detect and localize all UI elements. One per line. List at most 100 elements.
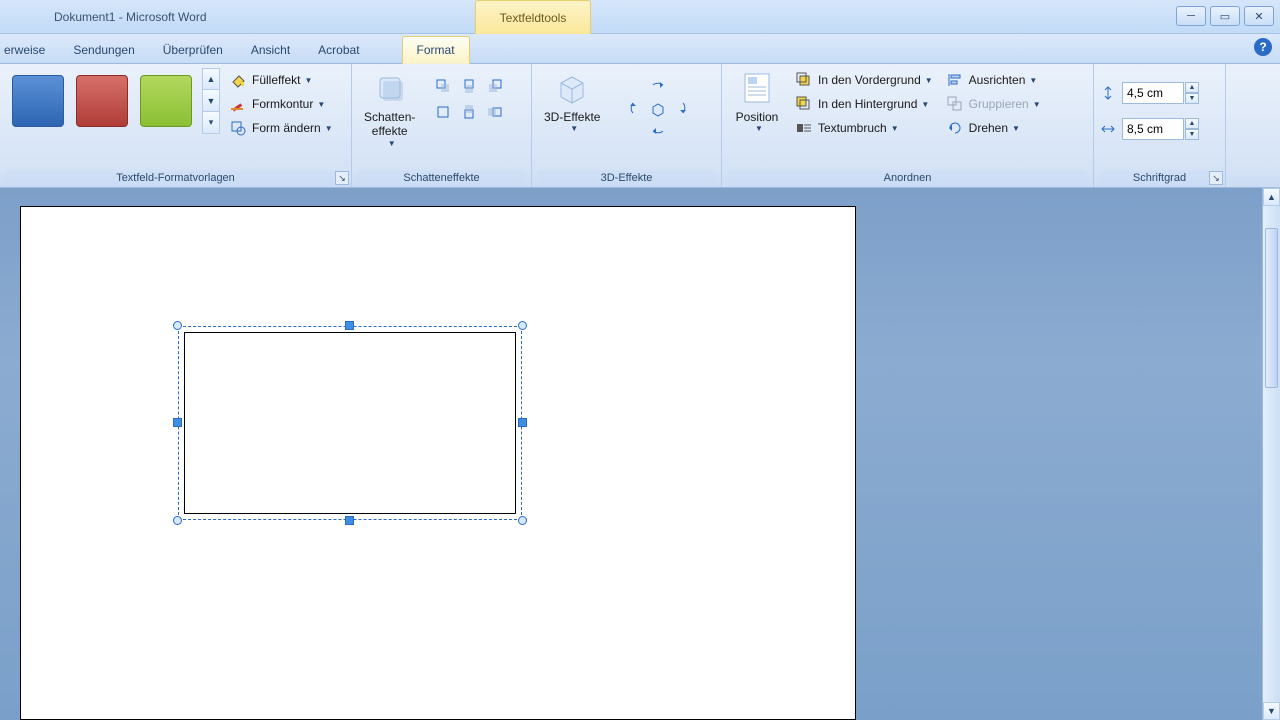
tab-format[interactable]: Format (402, 36, 470, 64)
text-wrap-icon (796, 120, 812, 136)
chevron-down-icon: ▼ (325, 124, 333, 133)
fill-effect-button[interactable]: Fülleffekt ▼ (226, 70, 337, 90)
group-3d-effects: 3D-Effekte ▼ 3D-Effekte (532, 64, 722, 187)
fill-effect-label: Fülleffekt (252, 73, 300, 87)
3d-effects-label: 3D-Effekte (544, 110, 600, 124)
shadow-nudge-upleft[interactable] (431, 74, 455, 98)
chevron-down-icon: ▼ (304, 76, 312, 85)
chevron-down-icon: ▼ (1029, 76, 1037, 85)
height-spin-up[interactable]: ▲ (1185, 82, 1199, 93)
chevron-down-icon: ▼ (1033, 100, 1041, 109)
group-label: Schriftgrad (1100, 170, 1219, 187)
group-arrange: Position ▼ In den Vordergrund ▼ In den H… (722, 64, 1094, 187)
shadow-effects-label: Schatten- effekte (364, 110, 415, 139)
tab-sendungen[interactable]: Sendungen (59, 37, 148, 63)
resize-handle-nw[interactable] (173, 321, 182, 330)
help-icon[interactable]: ? (1254, 38, 1272, 56)
resize-handle-sw[interactable] (173, 516, 182, 525)
bring-to-front-button[interactable]: In den Vordergrund ▼ (792, 70, 937, 90)
position-icon (739, 70, 775, 106)
style-swatch-blue[interactable] (12, 75, 64, 127)
office-button[interactable] (4, 0, 50, 34)
shadow-nudge-down[interactable] (457, 100, 481, 124)
position-label: Position (736, 110, 779, 124)
text-wrap-button[interactable]: Textumbruch ▼ (792, 118, 937, 138)
tab-ueberpruefen[interactable]: Überprüfen (149, 37, 237, 63)
ribbon-tabs: erweise Sendungen Überprüfen Ansicht Acr… (0, 34, 1280, 64)
chevron-down-icon: ▼ (1012, 124, 1020, 133)
chevron-down-icon: ▼ (891, 124, 899, 133)
shadow-nudge-grid (431, 68, 507, 124)
style-swatch-green[interactable] (140, 75, 192, 127)
tilt-reset[interactable] (646, 96, 670, 120)
cube-icon (554, 70, 590, 106)
tab-ansicht[interactable]: Ansicht (237, 37, 304, 63)
tilt-down[interactable] (646, 122, 670, 146)
resize-handle-s[interactable] (345, 516, 354, 525)
scroll-thumb[interactable] (1265, 228, 1278, 388)
resize-handle-n[interactable] (345, 321, 354, 330)
position-button[interactable]: Position ▼ (728, 68, 786, 136)
shadow-nudge-up[interactable] (457, 74, 481, 98)
close-button[interactable]: ✕ (1244, 6, 1274, 26)
shape-outline-button[interactable]: Formkontur ▼ (226, 94, 337, 114)
shadow-effects-icon (372, 70, 408, 106)
group-button[interactable]: Gruppieren ▼ (943, 94, 1045, 114)
scroll-up-button[interactable]: ▲ (1263, 188, 1280, 206)
dialog-launcher-styles[interactable]: ↘ (335, 171, 349, 185)
maximize-button[interactable]: ▭ (1210, 6, 1240, 26)
rotate-icon (947, 120, 963, 136)
contextual-tab-group: Textfeldtools (475, 0, 591, 34)
selected-textbox[interactable] (178, 326, 522, 520)
group-label: Gruppieren (969, 97, 1029, 111)
3d-effects-button[interactable]: 3D-Effekte ▼ (538, 68, 606, 136)
shadow-toggle[interactable] (431, 100, 455, 124)
paint-bucket-icon (230, 72, 246, 88)
change-shape-button[interactable]: Form ändern ▼ (226, 118, 337, 138)
shape-width-input[interactable] (1122, 118, 1184, 140)
width-spin-down[interactable]: ▼ (1185, 129, 1199, 140)
style-swatch-red[interactable] (76, 75, 128, 127)
tab-acrobat[interactable]: Acrobat (304, 37, 373, 63)
width-icon (1100, 121, 1116, 137)
resize-handle-w[interactable] (173, 418, 182, 427)
send-to-back-button[interactable]: In den Hintergrund ▼ (792, 94, 937, 114)
tilt-up[interactable] (646, 70, 670, 94)
tab-verweise[interactable]: erweise (0, 37, 59, 63)
tilt-left[interactable] (618, 96, 642, 120)
dialog-launcher-size[interactable]: ↘ (1209, 171, 1223, 185)
chevron-down-icon: ▼ (755, 124, 763, 134)
rotate-button[interactable]: Drehen ▼ (943, 118, 1045, 138)
group-label: 3D-Effekte (538, 170, 715, 187)
resize-handle-se[interactable] (518, 516, 527, 525)
align-icon (947, 72, 963, 88)
textbox-content[interactable] (184, 332, 516, 514)
minimize-button[interactable]: ─ (1176, 6, 1206, 26)
style-gallery[interactable]: ▲ ▼ ▾ (6, 68, 220, 134)
shadow-nudge-right[interactable] (483, 100, 507, 124)
height-spin-down[interactable]: ▼ (1185, 93, 1199, 104)
gallery-scroll-up[interactable]: ▲ (202, 68, 220, 90)
align-button[interactable]: Ausrichten ▼ (943, 70, 1045, 90)
gallery-scroll-down[interactable]: ▼ (202, 90, 220, 112)
group-size: ▲ ▼ ▲ ▼ Schriftgrad ↘ (1094, 64, 1226, 187)
group-label: Schatteneffekte (358, 170, 525, 187)
rotate-label: Drehen (969, 121, 1008, 135)
tilt-right[interactable] (674, 96, 698, 120)
resize-handle-e[interactable] (518, 418, 527, 427)
group-shadow-effects: Schatten- effekte ▼ Schatteneffekte (352, 64, 532, 187)
send-back-label: In den Hintergrund (818, 97, 917, 111)
chevron-down-icon: ▼ (925, 76, 933, 85)
title-bar: Dokument1 - Microsoft Word Textfeldtools… (0, 0, 1280, 34)
shape-height-input[interactable] (1122, 82, 1184, 104)
resize-handle-ne[interactable] (518, 321, 527, 330)
change-shape-label: Form ändern (252, 121, 321, 135)
vertical-scrollbar[interactable]: ▲ ▼ (1262, 188, 1280, 720)
ribbon: ▲ ▼ ▾ Fülleffekt ▼ Formkontur ▼ (0, 64, 1280, 188)
height-icon (1100, 85, 1116, 101)
gallery-more[interactable]: ▾ (202, 112, 220, 134)
shadow-effects-button[interactable]: Schatten- effekte ▼ (358, 68, 421, 150)
scroll-down-button[interactable]: ▼ (1263, 702, 1280, 720)
shadow-nudge-upright[interactable] (483, 74, 507, 98)
width-spin-up[interactable]: ▲ (1185, 118, 1199, 129)
